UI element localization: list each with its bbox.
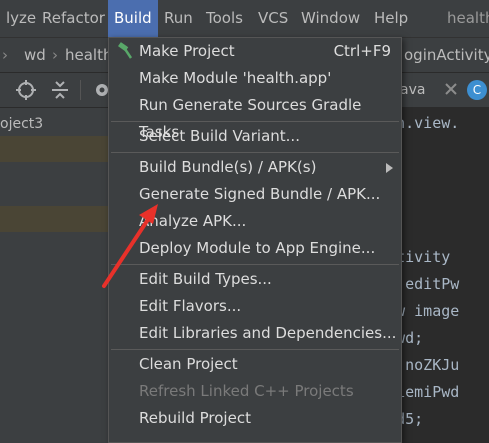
menu-item-deploy-module[interactable]: Deploy Module to App Engine...: [109, 235, 401, 262]
menu-item-rebuild-project[interactable]: Rebuild Project: [109, 405, 401, 432]
toolbar-divider: [80, 80, 81, 100]
menu-item-refresh-linked-cpp: Refresh Linked C++ Projects: [139, 382, 354, 400]
menu-tools[interactable]: Tools: [200, 0, 249, 37]
target-icon[interactable]: [14, 78, 38, 102]
class-file-icon[interactable]: C: [467, 80, 487, 100]
menu-build[interactable]: Build: [108, 0, 158, 37]
menu-vcs[interactable]: VCS: [252, 0, 294, 37]
menu-item-edit-libraries[interactable]: Edit Libraries and Dependencies...: [109, 320, 401, 347]
menu-item-run-generate-sources[interactable]: Run Generate Sources Gradle Tasks: [109, 92, 401, 141]
menu-item-make-project[interactable]: Make Project Ctrl+F9: [109, 38, 401, 65]
tab-java-file[interactable]: ava: [400, 73, 425, 107]
menu-separator: [111, 349, 399, 350]
menu-item-analyze-apk[interactable]: Analyze APK...: [109, 208, 401, 235]
menu-refactor[interactable]: Refactor: [36, 0, 111, 37]
menu-help[interactable]: Help: [368, 0, 414, 37]
chevron-right-icon: ›: [2, 46, 8, 64]
breadcrumb-item-health[interactable]: health: [65, 38, 112, 72]
menu-item-make-module[interactable]: Make Module 'health.app': [109, 65, 401, 92]
chevron-right-icon: ›: [52, 46, 58, 64]
menu-item-edit-flavors[interactable]: Edit Flavors...: [109, 293, 401, 320]
menu-bar: lyze Refactor Build Run Tools VCS Window…: [0, 0, 489, 38]
breadcrumb-item-loginactivity[interactable]: oginActivity: [404, 38, 489, 72]
menu-item-edit-build-types[interactable]: Edit Build Types...: [109, 266, 401, 293]
menu-run[interactable]: Run: [158, 0, 199, 37]
breadcrumb-item-wd[interactable]: wd: [24, 38, 46, 72]
menu-separator: [111, 121, 399, 122]
hammer-icon: [118, 42, 133, 59]
menu-separator: [111, 264, 399, 265]
menu-window[interactable]: Window: [295, 0, 366, 37]
close-icon[interactable]: [444, 82, 458, 96]
menu-separator: [111, 152, 399, 153]
window-title: health: [447, 9, 489, 27]
build-menu-dropdown: Make Project Ctrl+F9 Make Module 'health…: [108, 37, 402, 443]
menu-item-generate-signed-bundle[interactable]: Generate Signed Bundle / APK...: [109, 181, 401, 208]
collapse-all-icon[interactable]: [48, 78, 72, 102]
menu-item-select-build-variant[interactable]: Select Build Variant...: [109, 123, 401, 150]
menu-item-build-bundles-apks[interactable]: Build Bundle(s) / APK(s): [109, 154, 401, 181]
shortcut-label: Ctrl+F9: [333, 42, 391, 60]
submenu-arrow-icon: [386, 163, 393, 173]
menu-item-clean-project[interactable]: Clean Project: [109, 351, 401, 378]
